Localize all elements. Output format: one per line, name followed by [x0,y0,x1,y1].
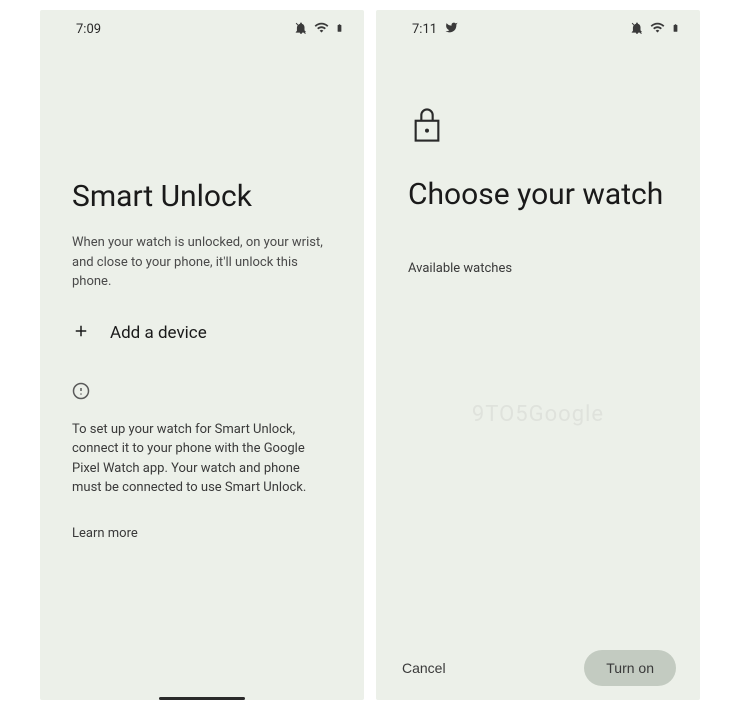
dnd-icon [630,21,644,39]
status-bar: 7:09 [40,10,364,45]
add-device-button[interactable]: Add a device [72,322,332,344]
nav-indicator [159,697,245,700]
content-area: Smart Unlock When your watch is unlocked… [40,45,364,700]
page-title: Smart Unlock [72,179,332,215]
lock-icon [410,105,668,149]
plus-icon [72,322,90,344]
status-time: 7:09 [76,22,101,37]
cancel-button[interactable]: Cancel [400,650,448,686]
setup-info-text: To set up your watch for Smart Unlock, c… [72,420,332,498]
learn-more-link[interactable]: Learn more [72,526,332,541]
button-bar: Cancel Turn on [376,650,700,696]
dnd-icon [294,21,308,39]
content-area: Choose your watch Available watches [376,45,700,700]
wifi-icon [650,20,665,39]
status-left: 7:09 [76,22,101,37]
page-title: Choose your watch [408,177,668,213]
page-description: When your watch is unlocked, on your wri… [72,233,332,292]
status-bar: 7:11 [376,10,700,45]
battery-icon [671,21,680,39]
phone-screen-choose-watch: 7:11 Choose your watch Avai [376,10,700,700]
phone-screen-smart-unlock: 7:09 Smart Unlock When your watch is unl… [40,10,364,700]
wifi-icon [314,20,329,39]
turn-on-button[interactable]: Turn on [584,650,676,686]
add-device-label: Add a device [110,323,207,343]
status-right [630,20,680,39]
info-icon [72,382,332,404]
available-watches-label: Available watches [408,261,668,276]
battery-icon [335,21,344,39]
status-time: 7:11 [412,22,437,37]
twitter-icon [445,21,458,38]
status-right [294,20,344,39]
status-left: 7:11 [412,21,458,38]
